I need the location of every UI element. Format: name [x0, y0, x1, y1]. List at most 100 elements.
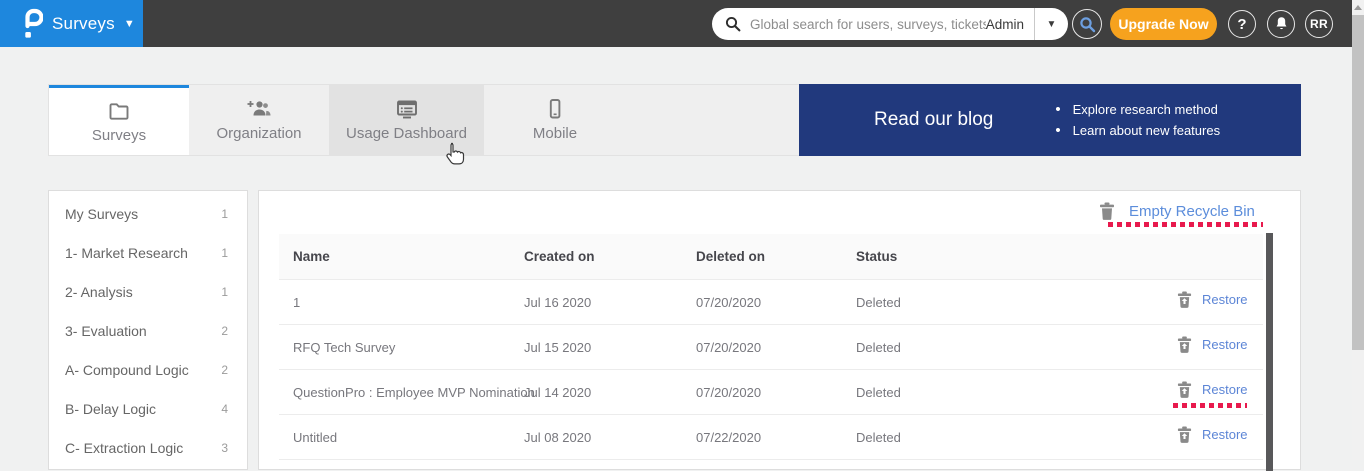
sidebar-item-my-surveys[interactable]: My Surveys 1 [49, 194, 247, 233]
tab-usage-dashboard[interactable]: Usage Dashboard [329, 85, 484, 155]
global-search-input[interactable] [750, 17, 986, 32]
sidebar-item-analysis[interactable]: 2- Analysis 1 [49, 272, 247, 311]
search-icon [725, 16, 741, 32]
restore-trash-icon [1177, 426, 1192, 443]
empty-recycle-bin-label: Empty Recycle Bin [1129, 203, 1255, 220]
folder-label: My Surveys [65, 206, 138, 222]
questionpro-logo-icon [20, 8, 43, 39]
restore-button[interactable]: Restore [1177, 336, 1248, 353]
sidebar-item-delay-logic[interactable]: B- Delay Logic4 [49, 389, 247, 428]
product-switcher-label: Surveys [52, 14, 115, 34]
column-header-created-on: Created on [524, 249, 595, 264]
folder-count: 3 [221, 441, 228, 455]
folder-count: 1 [221, 285, 228, 299]
annotation-underline-empty-bin [1108, 222, 1263, 227]
browser-scrollbar[interactable] [1352, 0, 1364, 460]
created-on: Jul 15 2020 [524, 340, 591, 355]
blog-banner[interactable]: Read our blog Explore research method Le… [799, 84, 1301, 156]
restore-label: Restore [1202, 427, 1248, 442]
sidebar-item-market-research[interactable]: 1- Market Research 1 [49, 233, 247, 272]
survey-name: QuestionPro : Employee MVP Nomination [293, 385, 535, 400]
tab-label: Organization [216, 125, 301, 142]
sidebar-item-evaluation[interactable]: 3- Evaluation 2 [49, 311, 247, 350]
add-users-icon [246, 98, 272, 120]
created-on: Jul 16 2020 [524, 295, 591, 310]
status: Deleted [856, 340, 901, 355]
status: Deleted [856, 430, 901, 445]
table-row: Untitled Jul 08 2020 07/22/2020 Deleted … [279, 415, 1263, 460]
sidebar-item-compound-logic[interactable]: A- Compound Logic 2 [49, 350, 247, 389]
deleted-on: 07/22/2020 [696, 430, 761, 445]
status: Deleted [856, 385, 901, 400]
deleted-on: 07/20/2020 [696, 340, 761, 355]
survey-name: Untitled [293, 430, 337, 445]
column-header-status: Status [856, 249, 897, 264]
survey-folders-sidebar: My Surveys 1 1- Market Research 1 2- Analy… [48, 190, 248, 470]
restore-trash-icon [1177, 381, 1192, 398]
tab-label: Surveys [92, 127, 146, 144]
table-header-row: Name Created on Deleted on Status [279, 234, 1263, 280]
bell-icon [1274, 16, 1289, 32]
survey-name: RFQ Tech Survey [293, 340, 395, 355]
restore-trash-icon [1177, 336, 1192, 353]
upgrade-now-button[interactable]: Upgrade Now [1110, 8, 1217, 40]
table-scrollbar[interactable] [1266, 233, 1273, 471]
notifications-button[interactable] [1267, 10, 1295, 38]
folder-label: 2- Analysis [65, 284, 133, 300]
tab-label: Mobile [533, 125, 577, 142]
scrollbar-thumb[interactable] [1352, 15, 1364, 350]
restore-button[interactable]: Restore [1177, 291, 1248, 308]
blog-banner-bullets: Explore research method Learn about new … [1055, 99, 1220, 141]
restore-trash-icon [1177, 291, 1192, 308]
search-scope-dropdown[interactable]: ▼ [1035, 19, 1068, 30]
created-on: Jul 14 2020 [524, 385, 591, 400]
magnifier-icon [1079, 16, 1096, 33]
workspace-tab-bar: Surveys Organization Usage Dashboard Mob… [48, 84, 1301, 156]
product-switcher-caret-icon: ▼ [124, 18, 135, 30]
help-button[interactable]: ? [1228, 10, 1256, 38]
tab-label: Usage Dashboard [346, 125, 467, 142]
tab-mobile[interactable]: Mobile [484, 85, 626, 155]
sidebar-item-extraction-logic[interactable]: C- Extraction Logic 3 [49, 428, 247, 467]
blog-banner-bullet: Learn about new features [1055, 120, 1220, 141]
column-header-name: Name [293, 249, 330, 264]
question-mark-icon: ? [1237, 16, 1246, 33]
table-row: RFQ Tech Survey Jul 15 2020 07/20/2020 D… [279, 325, 1263, 370]
tab-surveys[interactable]: Surveys [49, 85, 189, 155]
restore-label: Restore [1202, 382, 1248, 397]
product-switcher[interactable]: Surveys ▼ [0, 0, 143, 47]
restore-button[interactable]: Restore [1177, 381, 1248, 398]
restore-label: Restore [1202, 292, 1248, 307]
folder-count: 2 [221, 324, 228, 338]
scrollbar-up-arrow-icon[interactable] [1352, 0, 1364, 15]
folder-label: B- Delay Logic [65, 401, 156, 417]
table-row: QuestionPro : Employee MVP Nomination Ju… [279, 370, 1263, 415]
survey-name: 1 [293, 295, 300, 310]
folder-label: A- Compound Logic [65, 362, 189, 378]
user-avatar[interactable]: RR [1305, 10, 1333, 38]
folder-icon [108, 100, 130, 122]
blog-banner-title: Read our blog [874, 109, 993, 131]
deleted-on: 07/20/2020 [696, 385, 761, 400]
folder-label: C- Extraction Logic [65, 440, 183, 456]
search-scope-label: Admin [986, 17, 1024, 32]
table-row: 1 Jul 16 2020 07/20/2020 Deleted Restore [279, 280, 1263, 325]
folder-count: 2 [221, 363, 228, 377]
recycle-bin-panel: Empty Recycle Bin Name Created on Delete… [258, 190, 1301, 470]
tab-organization[interactable]: Organization [189, 85, 329, 155]
search-toggle-button[interactable] [1072, 9, 1102, 39]
global-search: Admin ▼ [712, 8, 1068, 40]
restore-label: Restore [1202, 337, 1248, 352]
avatar-initials: RR [1310, 17, 1328, 31]
status: Deleted [856, 295, 901, 310]
top-navigation-bar: Surveys ▼ Admin ▼ Upgrade Now ? RR [0, 0, 1364, 47]
trash-icon [1099, 202, 1115, 220]
column-header-deleted-on: Deleted on [696, 249, 765, 264]
folder-label: 1- Market Research [65, 245, 188, 261]
restore-button[interactable]: Restore [1177, 426, 1248, 443]
folder-label: 3- Evaluation [65, 323, 147, 339]
annotation-underline-restore [1173, 403, 1247, 408]
created-on: Jul 08 2020 [524, 430, 591, 445]
folder-count: 1 [221, 207, 228, 221]
folder-count: 1 [221, 246, 228, 260]
